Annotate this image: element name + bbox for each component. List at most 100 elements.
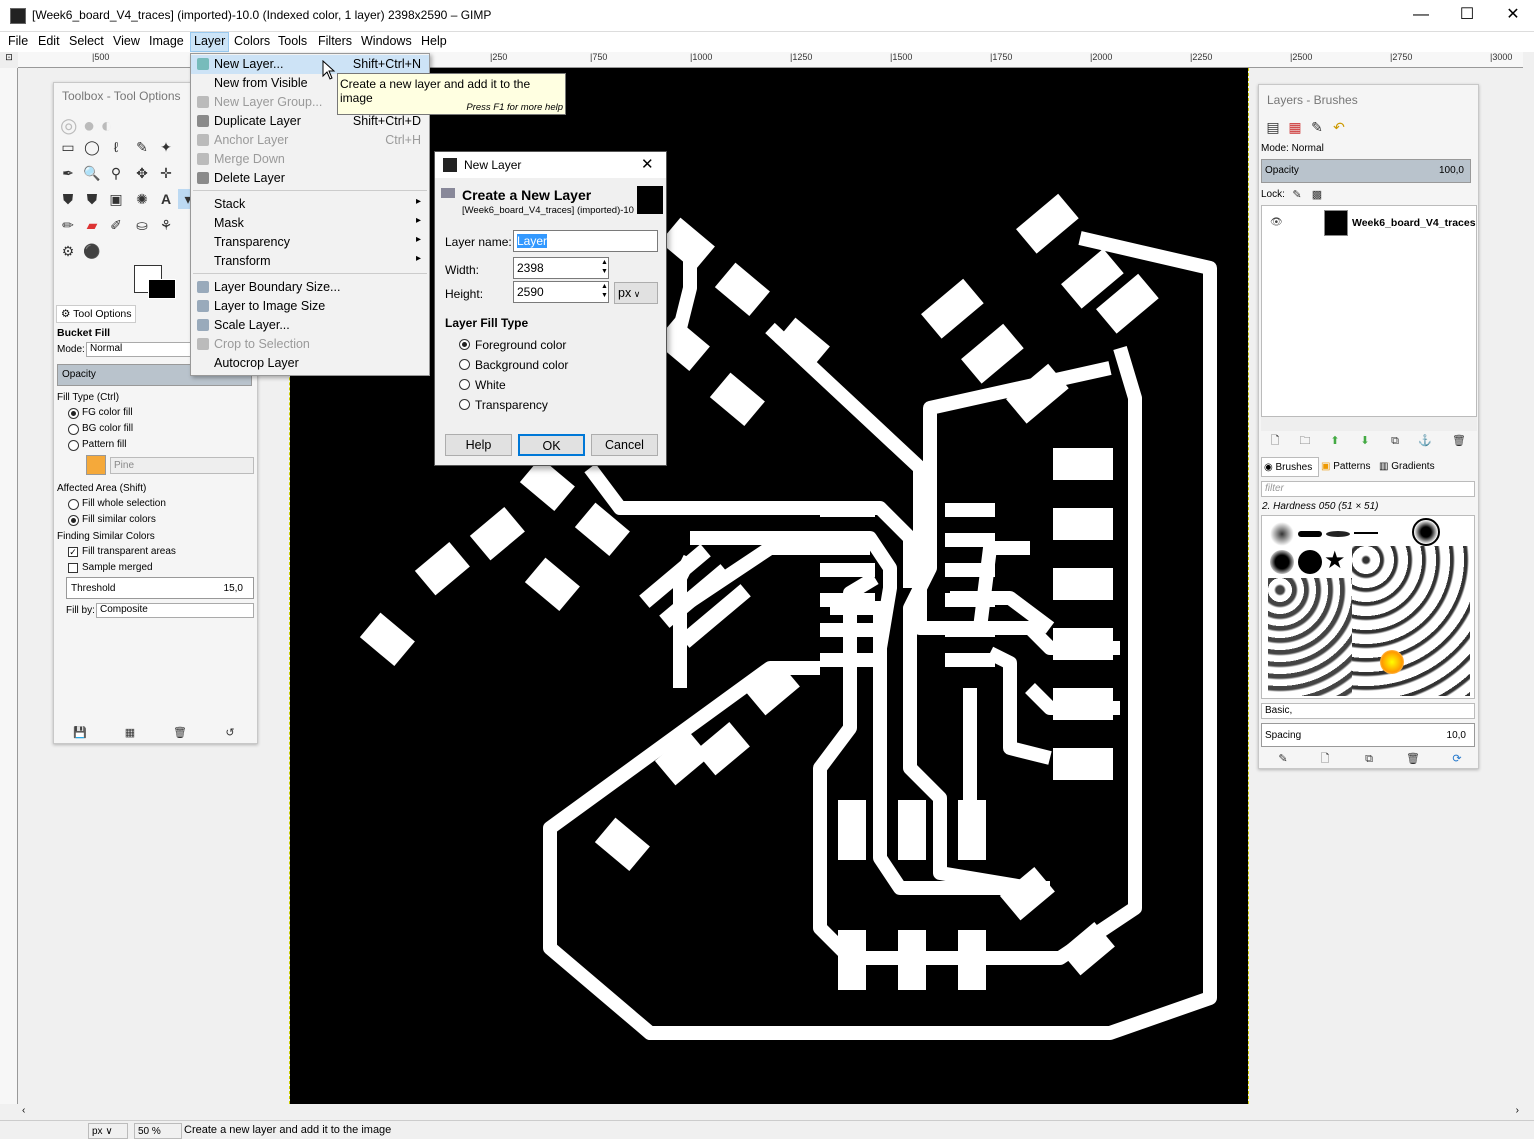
refresh-brushes-icon[interactable]: ⟳ xyxy=(1447,749,1467,769)
duplicate-layer-icon[interactable]: ⧉ xyxy=(1385,431,1405,451)
unit-status-select[interactable]: px ∨ xyxy=(88,1123,128,1139)
maximize-button[interactable]: ☐ xyxy=(1444,0,1490,32)
fill-fg-radio[interactable] xyxy=(68,408,79,419)
delete-options-icon[interactable]: 🗑 xyxy=(170,723,190,743)
edit-brush-icon[interactable]: ✎ xyxy=(1273,749,1293,769)
vertical-scrollbar[interactable] xyxy=(1523,68,1534,1104)
scroll-left-icon[interactable]: ‹ xyxy=(22,1105,25,1116)
fill-similar-radio[interactable] xyxy=(68,515,79,526)
foreground-color-swatch[interactable] xyxy=(148,279,176,299)
save-options-icon[interactable]: 💾 xyxy=(70,723,90,743)
fill-by-select[interactable]: Composite xyxy=(96,603,254,618)
fill-whole-radio[interactable] xyxy=(68,499,79,510)
brush-item[interactable] xyxy=(1298,550,1322,574)
height-spinner-icon[interactable]: ▲ ▼ xyxy=(601,282,608,300)
zoom-select[interactable]: 50 % xyxy=(134,1123,182,1139)
horizontal-scrollbar[interactable]: ‹ › xyxy=(18,1104,1523,1120)
tool-options-tab[interactable]: ⚙ Tool Options xyxy=(56,305,136,323)
color-picker-icon[interactable]: ✒ xyxy=(58,163,78,183)
rect-select-icon[interactable]: ▭ xyxy=(58,137,78,157)
menu-item-merge-down[interactable]: Merge Down xyxy=(191,150,429,169)
menu-item-transparency[interactable]: Transparency ▸ xyxy=(191,233,429,252)
paintbrush-icon[interactable]: ✏ xyxy=(58,215,78,235)
new-layer-icon[interactable]: 🗋 xyxy=(1265,431,1285,451)
menu-item-new-layer[interactable]: New Layer... Shift+Ctrl+N xyxy=(191,55,429,74)
sample-merged-checkbox[interactable] xyxy=(68,563,78,573)
delete-layer-icon[interactable]: 🗑 xyxy=(1449,431,1469,451)
width-input[interactable]: 2398 xyxy=(513,257,609,279)
menu-help[interactable]: Help xyxy=(421,34,447,48)
measure-icon[interactable]: ⚲ xyxy=(106,163,126,183)
new-group-icon[interactable]: 🗀 xyxy=(1295,431,1315,451)
minimize-button[interactable]: — xyxy=(1398,0,1444,32)
anchor-layer-icon[interactable]: ⚓ xyxy=(1415,431,1435,451)
transform-icon[interactable]: ⛊ xyxy=(82,189,102,209)
fill-pattern-radio[interactable] xyxy=(68,440,79,451)
lock-alpha-icon[interactable]: ▩ xyxy=(1307,185,1327,205)
channels-tab-icon[interactable]: ▦ xyxy=(1285,117,1305,137)
restore-options-icon[interactable]: ▦ xyxy=(120,723,140,743)
menu-view[interactable]: View xyxy=(113,34,140,48)
pattern-swatch[interactable] xyxy=(86,455,106,475)
brush-textures[interactable] xyxy=(1352,546,1470,696)
menu-colors[interactable]: Colors xyxy=(234,34,270,48)
menu-tools[interactable]: Tools xyxy=(278,34,307,48)
foreground-color-radio[interactable] xyxy=(459,339,470,350)
brush-item[interactable] xyxy=(1326,531,1350,537)
cancel-button[interactable]: Cancel xyxy=(591,434,658,456)
menu-file[interactable]: File xyxy=(8,34,28,48)
ruler-corner[interactable]: ⊡ xyxy=(0,52,18,68)
paths-tab-icon[interactable]: ✎ xyxy=(1307,117,1327,137)
menu-item-autocrop-layer[interactable]: Autocrop Layer xyxy=(191,354,429,373)
fill-bg-radio[interactable] xyxy=(68,424,79,435)
menu-item-layer-boundary-size[interactable]: Layer Boundary Size... xyxy=(191,278,429,297)
eraser-icon[interactable]: ▰ xyxy=(82,215,102,235)
layer-name-input[interactable]: Layer xyxy=(513,230,658,252)
fuzzy-select-icon[interactable]: ✎ xyxy=(132,137,152,157)
transparency-radio[interactable] xyxy=(459,399,470,410)
unit-select[interactable]: px ∨ xyxy=(614,282,658,304)
ellipse-select-icon[interactable]: ◯ xyxy=(82,137,102,157)
brush-item[interactable] xyxy=(1298,531,1322,537)
menu-item-delete-layer[interactable]: Delete Layer xyxy=(191,169,429,188)
text-tool-icon[interactable]: A xyxy=(156,189,176,209)
tab-gradients[interactable]: ▥ Gradients xyxy=(1377,457,1447,477)
threshold-slider[interactable]: Threshold 15,0 xyxy=(66,577,254,599)
heal-icon[interactable]: ⚘ xyxy=(156,215,176,235)
menu-edit[interactable]: Edit xyxy=(38,34,60,48)
brush-item[interactable] xyxy=(1270,550,1294,574)
undo-history-tab-icon[interactable]: ↶ xyxy=(1329,117,1349,137)
dialog-close-icon[interactable]: ✕ xyxy=(641,155,654,173)
zoom-icon[interactable]: 🔍 xyxy=(82,163,102,183)
star-brush-icon[interactable]: ★ xyxy=(1324,546,1346,575)
brush-filter-input[interactable]: filter xyxy=(1261,481,1475,497)
lower-layer-icon[interactable]: ⬇ xyxy=(1355,431,1375,451)
move-icon[interactable]: ✥ xyxy=(132,163,152,183)
scroll-right-icon[interactable]: › xyxy=(1516,1105,1519,1116)
duplicate-brush-icon[interactable]: ⧉ xyxy=(1359,749,1379,769)
layer-row[interactable]: 👁 Week6_board_V4_traces.png xyxy=(1262,208,1476,238)
menu-item-mask[interactable]: Mask ▸ xyxy=(191,214,429,233)
brush-grid[interactable]: ★ xyxy=(1261,515,1475,699)
airbrush-icon[interactable]: ✐ xyxy=(106,215,126,235)
dodge-icon[interactable]: ⚫ xyxy=(82,241,102,261)
menu-image[interactable]: Image xyxy=(149,34,184,48)
brush-textures[interactable] xyxy=(1268,578,1352,696)
spacing-slider[interactable]: Spacing 10,0 xyxy=(1261,723,1475,747)
layer-opacity-slider[interactable]: Opacity 100,0 xyxy=(1261,159,1471,183)
brush-item[interactable] xyxy=(1354,532,1378,534)
mode-select[interactable]: Normal xyxy=(86,342,191,357)
close-button[interactable]: ✕ xyxy=(1490,0,1534,32)
color-select-icon[interactable]: ✦ xyxy=(156,137,176,157)
menu-item-stack[interactable]: Stack ▸ xyxy=(191,195,429,214)
menu-layer[interactable]: Layer xyxy=(190,32,230,52)
smudge-icon[interactable]: ⚙ xyxy=(58,241,78,261)
eye-visibility-icon[interactable]: 👁 xyxy=(1270,217,1283,228)
ok-button[interactable]: OK xyxy=(518,434,585,456)
menu-item-scale-layer[interactable]: Scale Layer... xyxy=(191,316,429,335)
help-button[interactable]: Help xyxy=(445,434,512,456)
width-spinner-icon[interactable]: ▲ ▼ xyxy=(601,258,608,276)
brush-item[interactable] xyxy=(1380,650,1404,674)
lasso-icon[interactable]: ℓ xyxy=(106,137,126,157)
tab-patterns[interactable]: ▣ Patterns xyxy=(1319,457,1377,477)
